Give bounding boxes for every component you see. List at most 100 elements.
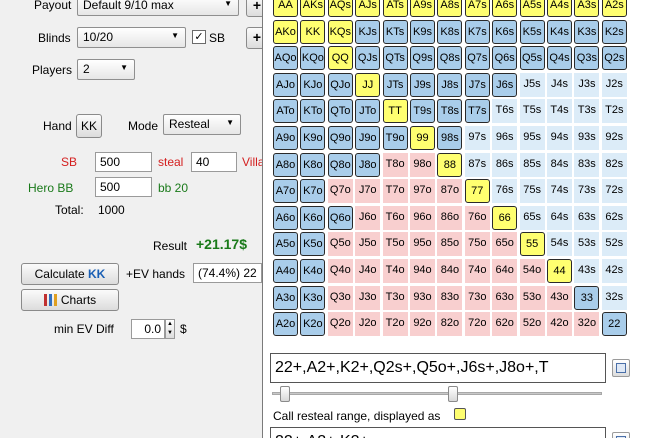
- hand-cell-K2o[interactable]: K2o: [300, 312, 326, 337]
- slider-thumb-right[interactable]: [448, 386, 458, 402]
- hand-cell-86o[interactable]: 86o: [437, 205, 463, 230]
- hand-cell-K5s[interactable]: K5s: [519, 19, 545, 44]
- hand-cell-87s[interactable]: 87s: [464, 152, 490, 177]
- hand-cell-32s[interactable]: 32s: [601, 285, 627, 310]
- hand-cell-K2s[interactable]: K2s: [601, 19, 627, 44]
- call-range-text-field[interactable]: 22+,A2+,K2+,...: [270, 427, 606, 438]
- hand-cell-Q6s[interactable]: Q6s: [492, 46, 518, 71]
- hand-cell-44[interactable]: 44: [547, 259, 572, 283]
- hand-cell-99[interactable]: 99: [410, 126, 435, 150]
- hand-cell-94s[interactable]: 94s: [547, 126, 572, 150]
- hand-cell-T8s[interactable]: T8s: [437, 99, 463, 124]
- hand-cell-A4o[interactable]: A4o: [273, 259, 298, 283]
- hand-cell-65o[interactable]: 65o: [492, 232, 518, 257]
- hand-cell-J3s[interactable]: J3s: [574, 72, 600, 97]
- hand-cell-Q5o[interactable]: Q5o: [327, 232, 353, 257]
- hand-cell-96o[interactable]: 96o: [410, 205, 435, 230]
- hand-cell-ATs[interactable]: ATs: [382, 0, 408, 17]
- hand-cell-43o[interactable]: 43o: [547, 285, 572, 310]
- hand-cell-82s[interactable]: 82s: [601, 152, 627, 177]
- hand-cell-T6s[interactable]: T6s: [492, 99, 518, 124]
- range-slider-track[interactable]: [272, 392, 602, 395]
- hand-cell-JTs[interactable]: JTs: [382, 72, 408, 97]
- hand-cell-73s[interactable]: 73s: [574, 179, 600, 204]
- hand-cell-53o[interactable]: 53o: [519, 285, 545, 310]
- hand-cell-J7o[interactable]: J7o: [355, 179, 381, 204]
- hand-cell-63s[interactable]: 63s: [574, 205, 600, 230]
- hand-cell-64s[interactable]: 64s: [547, 205, 572, 230]
- hand-cell-77[interactable]: 77: [464, 179, 490, 204]
- hand-cell-J3o[interactable]: J3o: [355, 285, 381, 310]
- hand-cell-72o[interactable]: 72o: [464, 312, 490, 337]
- hand-cell-QJs[interactable]: QJs: [355, 46, 381, 71]
- sb-checkbox[interactable]: ✓: [192, 30, 206, 44]
- hand-cell-Q9s[interactable]: Q9s: [410, 46, 435, 71]
- hand-cell-A4s[interactable]: A4s: [547, 0, 572, 17]
- hand-cell-Q2s[interactable]: Q2s: [601, 46, 627, 71]
- hand-cell-K9o[interactable]: K9o: [300, 126, 326, 150]
- hand-cell-JJ[interactable]: JJ: [355, 72, 381, 97]
- hand-cell-Q3o[interactable]: Q3o: [327, 285, 353, 310]
- hand-cell-J5s[interactable]: J5s: [519, 72, 545, 97]
- hand-cell-K4o[interactable]: K4o: [300, 259, 326, 283]
- hand-cell-J4o[interactable]: J4o: [355, 259, 381, 283]
- hand-cell-AA[interactable]: AA: [273, 0, 298, 17]
- hand-cell-93s[interactable]: 93s: [574, 126, 600, 150]
- paste-button[interactable]: [612, 359, 630, 377]
- hand-cell-53s[interactable]: 53s: [574, 232, 600, 257]
- hand-cell-AKs[interactable]: AKs: [300, 0, 326, 17]
- hand-cell-92s[interactable]: 92s: [601, 126, 627, 150]
- hand-cell-94o[interactable]: 94o: [410, 259, 435, 283]
- hand-cell-A8o[interactable]: A8o: [273, 152, 298, 177]
- hand-cell-KTo[interactable]: KTo: [300, 99, 326, 124]
- hand-cell-85s[interactable]: 85s: [519, 152, 545, 177]
- hand-cell-97o[interactable]: 97o: [410, 179, 435, 204]
- hand-cell-J5o[interactable]: J5o: [355, 232, 381, 257]
- hand-cell-75o[interactable]: 75o: [464, 232, 490, 257]
- hand-cell-T9o[interactable]: T9o: [382, 126, 408, 150]
- slider-thumb-left[interactable]: [280, 386, 290, 402]
- hand-cell-QJo[interactable]: QJo: [327, 72, 353, 97]
- hand-cell-J8o[interactable]: J8o: [355, 152, 381, 177]
- hand-cell-86s[interactable]: 86s: [492, 152, 518, 177]
- payout-select[interactable]: Default 9/10 max ▼: [77, 0, 239, 16]
- hand-cell-62s[interactable]: 62s: [601, 205, 627, 230]
- hand-cell-K3o[interactable]: K3o: [300, 285, 326, 310]
- hand-cell-65s[interactable]: 65s: [519, 205, 545, 230]
- hand-cell-T5o[interactable]: T5o: [382, 232, 408, 257]
- range-text-field[interactable]: 22+,A2+,K2+,Q2s+,Q5o+,J6s+,J8o+,T: [270, 353, 606, 383]
- steal-input[interactable]: 40: [191, 152, 237, 172]
- hand-cell-54s[interactable]: 54s: [547, 232, 572, 257]
- hand-cell-AQo[interactable]: AQo: [273, 46, 298, 71]
- hand-cell-Q8o[interactable]: Q8o: [327, 152, 353, 177]
- hand-cell-K6o[interactable]: K6o: [300, 205, 326, 230]
- hand-cell-T4s[interactable]: T4s: [547, 99, 572, 124]
- hand-cell-Q7s[interactable]: Q7s: [464, 46, 490, 71]
- hand-cell-AJs[interactable]: AJs: [355, 0, 381, 17]
- hand-cell-52s[interactable]: 52s: [601, 232, 627, 257]
- hand-cell-55[interactable]: 55: [519, 232, 545, 257]
- hand-cell-A7o[interactable]: A7o: [273, 179, 298, 204]
- hand-cell-32o[interactable]: 32o: [574, 312, 600, 337]
- hand-cell-66[interactable]: 66: [492, 205, 518, 230]
- call-color-swatch[interactable]: [454, 408, 466, 420]
- hand-cell-96s[interactable]: 96s: [492, 126, 518, 150]
- hand-cell-TT[interactable]: TT: [382, 99, 408, 124]
- hand-cell-T5s[interactable]: T5s: [519, 99, 545, 124]
- hand-cell-A2o[interactable]: A2o: [273, 312, 298, 337]
- hand-cell-72s[interactable]: 72s: [601, 179, 627, 204]
- hand-cell-98s[interactable]: 98s: [437, 126, 463, 150]
- hand-cell-A5s[interactable]: A5s: [519, 0, 545, 17]
- min-ev-spinner[interactable]: ▲ ▼: [165, 319, 175, 339]
- hand-cell-33[interactable]: 33: [574, 285, 600, 310]
- hand-cell-KQs[interactable]: KQs: [327, 19, 353, 44]
- hand-cell-64o[interactable]: 64o: [492, 259, 518, 283]
- hand-cell-K5o[interactable]: K5o: [300, 232, 326, 257]
- hand-cell-K7s[interactable]: K7s: [464, 19, 490, 44]
- hand-cell-Q8s[interactable]: Q8s: [437, 46, 463, 71]
- hand-cell-88[interactable]: 88: [437, 152, 463, 177]
- hand-cell-KJs[interactable]: KJs: [355, 19, 381, 44]
- hand-cell-K8s[interactable]: K8s: [437, 19, 463, 44]
- hand-cell-83o[interactable]: 83o: [437, 285, 463, 310]
- hand-cell-QTo[interactable]: QTo: [327, 99, 353, 124]
